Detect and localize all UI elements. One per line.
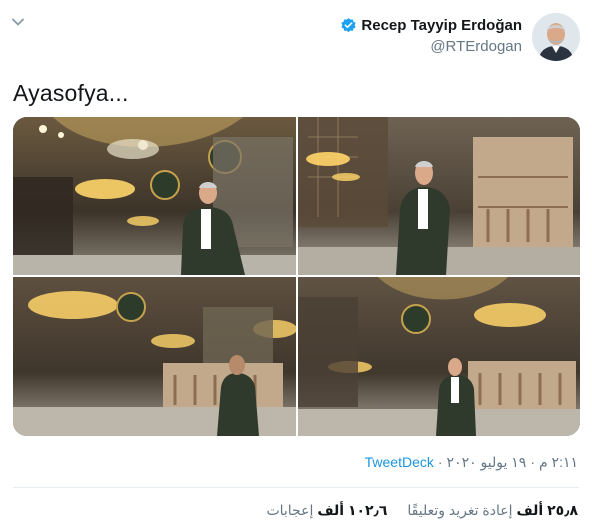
tweet-photo-2[interactable] — [298, 117, 580, 275]
tweet-source-link[interactable]: TweetDeck — [365, 454, 434, 471]
tweet-meta: ٢:١١ م · ١٩ يوليو ٢٠٢٠ · TweetDeck — [365, 454, 578, 471]
media-grid — [13, 117, 580, 436]
tweet-text: Ayasofya... — [13, 80, 129, 106]
tweet-photo-3[interactable] — [13, 277, 296, 436]
retweets-label: إعادة تغريد وتعليقًا — [407, 502, 513, 518]
likes-stat[interactable]: ١٠٢٫٦ ألف إعجابات — [266, 502, 387, 519]
divider — [13, 487, 579, 488]
tweet-time[interactable]: ٢:١١ م — [539, 454, 578, 471]
retweets-count: ٢٥٫٨ ألف — [516, 502, 579, 518]
tweet-photo-4[interactable] — [298, 277, 580, 436]
chevron-down-icon[interactable] — [10, 14, 26, 30]
tweet-photo-1[interactable] — [13, 117, 296, 275]
author-display-name: Recep Tayyip Erdoğan — [361, 17, 522, 34]
likes-label: إعجابات — [266, 502, 314, 518]
retweets-stat[interactable]: ٢٥٫٨ ألف إعادة تغريد وتعليقًا — [407, 502, 578, 519]
meta-separator: · — [530, 454, 535, 470]
tweet-card: Recep Tayyip Erdoğan @RTErdogan Ayasofya… — [0, 0, 592, 526]
likes-count: ١٠٢٫٦ ألف — [317, 502, 388, 518]
author-handle[interactable]: @RTErdogan — [430, 38, 522, 55]
tweet-date[interactable]: ١٩ يوليو ٢٠٢٠ — [447, 454, 527, 471]
tweet-stats: ٢٥٫٨ ألف إعادة تغريد وتعليقًا ١٠٢٫٦ ألف … — [266, 502, 578, 519]
avatar[interactable] — [532, 13, 580, 61]
meta-separator-2: · — [437, 454, 443, 470]
author-name-row[interactable]: Recep Tayyip Erdoğan — [340, 17, 522, 34]
verified-badge-icon — [341, 18, 356, 33]
